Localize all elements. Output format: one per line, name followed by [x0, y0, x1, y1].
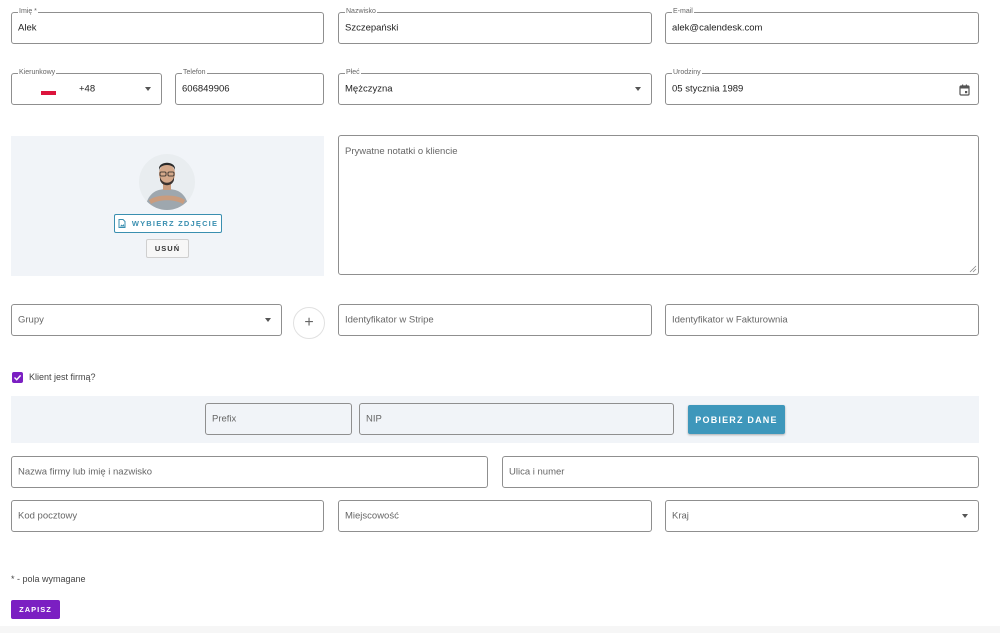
- photo-panel: WYBIERZ ZDJĘCIE USUŃ: [11, 136, 324, 276]
- groups-placeholder: Grupy: [18, 314, 44, 326]
- fakturownia-id-field[interactable]: Identyfikator w Fakturownia: [665, 304, 979, 336]
- last-name-label: Nazwisko: [345, 8, 377, 16]
- calendar-icon[interactable]: [959, 84, 970, 96]
- postal-code-placeholder: Kod pocztowy: [18, 510, 78, 522]
- last-name-value: Szczepański: [345, 22, 399, 34]
- save-button[interactable]: ZAPISZ: [11, 600, 60, 619]
- choose-photo-label: WYBIERZ ZDJĘCIE: [131, 219, 219, 228]
- prefix-placeholder: Prefix: [212, 413, 237, 425]
- first-name-label: Imię *: [18, 8, 38, 16]
- bottom-divider: [0, 626, 1000, 633]
- email-value: alek@calendesk.com: [672, 22, 763, 34]
- phone-value: 606849906: [182, 83, 230, 95]
- check-icon: [14, 374, 22, 381]
- required-fields-note: * - pola wymagane: [11, 574, 86, 584]
- fetch-data-label: POBIERZ DANE: [695, 414, 778, 425]
- gender-label: Płeć: [345, 69, 361, 77]
- chevron-down-icon: [635, 87, 641, 91]
- dial-code-label: Kierunkowy: [18, 69, 57, 77]
- email-field[interactable]: E-mail alek@calendesk.com: [665, 8, 979, 44]
- stripe-id-placeholder: Identyfikator w Stripe: [345, 314, 434, 326]
- city-placeholder: Miejscowość: [345, 510, 399, 522]
- street-field[interactable]: Ulica i numer: [502, 456, 979, 488]
- image-file-icon: [118, 219, 126, 228]
- fetch-data-button[interactable]: POBIERZ DANE: [688, 405, 785, 434]
- birthday-label: Urodziny: [672, 69, 702, 77]
- phone-label: Telefon: [182, 69, 207, 77]
- country-placeholder: Kraj: [672, 510, 689, 522]
- company-name-placeholder: Nazwa firmy lub imię i nazwisko: [18, 466, 153, 478]
- company-checkbox[interactable]: [12, 372, 23, 383]
- remove-photo-button[interactable]: USUŃ: [146, 239, 189, 258]
- avatar: [139, 154, 195, 210]
- stripe-id-field[interactable]: Identyfikator w Stripe: [338, 304, 652, 336]
- nip-field[interactable]: NIP: [359, 403, 674, 435]
- birthday-field[interactable]: Urodziny 05 stycznia 1989: [665, 69, 979, 105]
- first-name-value: Alek: [18, 22, 37, 34]
- chevron-down-icon: [265, 318, 271, 322]
- dial-code-select[interactable]: Kierunkowy +48: [11, 69, 162, 105]
- prefix-field[interactable]: Prefix: [205, 403, 352, 435]
- city-field[interactable]: Miejscowość: [338, 500, 652, 532]
- save-label: ZAPISZ: [19, 605, 52, 614]
- last-name-field[interactable]: Nazwisko Szczepański: [338, 8, 652, 44]
- first-name-field[interactable]: Imię * Alek: [11, 8, 324, 44]
- chevron-down-icon: [145, 87, 151, 91]
- gender-value: Mężczyzna: [345, 83, 393, 95]
- poland-flag-icon: [41, 87, 56, 95]
- dial-code-value: +48: [79, 83, 96, 95]
- notes-placeholder: Prywatne notatki o kliencie: [345, 146, 458, 157]
- company-name-field[interactable]: Nazwa firmy lub imię i nazwisko: [11, 456, 488, 488]
- birthday-value: 05 stycznia 1989: [672, 83, 744, 95]
- gender-select[interactable]: Płeć Mężczyzna: [338, 69, 652, 105]
- chevron-down-icon: [962, 514, 968, 518]
- choose-photo-button[interactable]: WYBIERZ ZDJĘCIE: [114, 214, 222, 233]
- fakturownia-id-placeholder: Identyfikator w Fakturownia: [672, 314, 788, 326]
- plus-icon: +: [304, 314, 314, 331]
- groups-select[interactable]: Grupy: [11, 304, 282, 336]
- country-select[interactable]: Kraj: [665, 500, 979, 532]
- email-label: E-mail: [672, 8, 694, 16]
- company-checkbox-label: Klient jest firmą?: [29, 372, 96, 382]
- add-group-button[interactable]: +: [293, 307, 325, 339]
- phone-field[interactable]: Telefon 606849906: [175, 69, 324, 105]
- street-placeholder: Ulica i numer: [509, 466, 565, 478]
- notes-textarea[interactable]: Prywatne notatki o kliencie: [338, 135, 979, 275]
- nip-placeholder: NIP: [366, 413, 382, 425]
- postal-code-field[interactable]: Kod pocztowy: [11, 500, 324, 532]
- resize-handle-icon[interactable]: [969, 265, 977, 273]
- remove-photo-label: USUŃ: [154, 244, 181, 253]
